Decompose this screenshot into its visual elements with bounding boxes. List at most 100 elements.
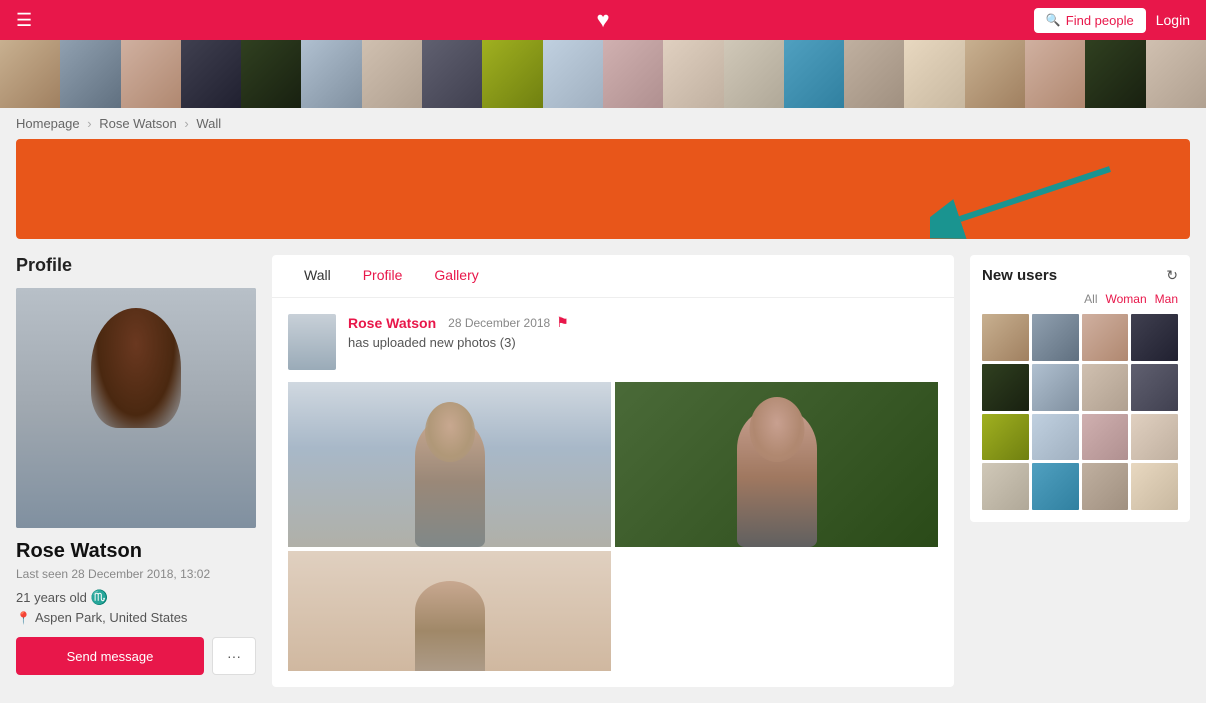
breadcrumb-user[interactable]: Rose Watson (99, 116, 177, 131)
strip-avatar-14[interactable] (784, 40, 844, 108)
login-button[interactable]: Login (1156, 12, 1190, 28)
header-right: 🔍 Find people Login (1034, 8, 1190, 33)
strip-avatar-8[interactable] (422, 40, 482, 108)
location-icon: 📍 (16, 611, 31, 625)
send-message-button[interactable]: Send message (16, 637, 204, 675)
breadcrumb-homepage[interactable]: Homepage (16, 116, 80, 131)
strip-avatar-2[interactable] (60, 40, 120, 108)
header-left: ☰ (16, 10, 32, 31)
breadcrumb-sep-2: › (184, 116, 188, 131)
profile-photo (16, 288, 256, 528)
new-user-thumb-4[interactable] (1131, 314, 1178, 361)
user-name: Rose Watson (16, 540, 256, 563)
header: ☰ ♥ 🔍 Find people Login (0, 0, 1206, 40)
post-header-line: Rose Watson 28 December 2018 ⚑ (348, 314, 938, 331)
post-avatar-image (288, 314, 336, 370)
strip-avatar-6[interactable] (301, 40, 361, 108)
location-text: Aspen Park, United States (35, 610, 187, 625)
zodiac-sign: ♏ (91, 589, 108, 606)
post: Rose Watson 28 December 2018 ⚑ has uploa… (272, 298, 954, 687)
photo-3[interactable] (288, 551, 611, 671)
new-user-thumb-5[interactable] (982, 364, 1029, 411)
tab-gallery[interactable]: Gallery (418, 255, 494, 297)
new-user-thumb-14[interactable] (1032, 463, 1079, 510)
strip-avatar-5[interactable] (241, 40, 301, 108)
strip-avatar-17[interactable] (965, 40, 1025, 108)
post-text: has uploaded new photos (3) (348, 335, 938, 350)
new-user-thumb-12[interactable] (1131, 414, 1178, 461)
post-date: 28 December 2018 (448, 316, 550, 330)
new-user-thumb-7[interactable] (1082, 364, 1129, 411)
profile-strip (0, 40, 1206, 108)
new-user-thumb-3[interactable] (1082, 314, 1129, 361)
breadcrumb-sep-1: › (87, 116, 91, 131)
photo-1[interactable] (288, 382, 611, 547)
action-buttons: Send message ··· (16, 637, 256, 675)
header-center: ♥ (596, 7, 609, 33)
tab-profile[interactable]: Profile (347, 255, 419, 297)
strip-avatar-11[interactable] (603, 40, 663, 108)
users-grid (982, 314, 1178, 510)
new-user-thumb-1[interactable] (982, 314, 1029, 361)
hamburger-icon[interactable]: ☰ (16, 10, 32, 31)
banner-arrow (930, 159, 1130, 239)
breadcrumb-current: Wall (196, 116, 221, 131)
user-location: 📍 Aspen Park, United States (16, 610, 256, 625)
profile-photo-image (16, 288, 256, 528)
main-layout: Profile Rose Watson Last seen 28 Decembe… (0, 255, 1206, 703)
photo-grid (288, 382, 938, 671)
refresh-icon[interactable]: ↻ (1166, 267, 1178, 284)
strip-avatar-12[interactable] (663, 40, 723, 108)
tab-wall[interactable]: Wall (288, 255, 347, 297)
new-users-title: New users (982, 267, 1057, 284)
new-user-thumb-10[interactable] (1032, 414, 1079, 461)
post-user-name[interactable]: Rose Watson (348, 315, 436, 331)
profile-section-title: Profile (16, 255, 256, 276)
heart-icon: ♥ (596, 7, 609, 32)
find-people-label: Find people (1066, 13, 1134, 28)
post-header: Rose Watson 28 December 2018 ⚑ has uploa… (288, 314, 938, 370)
breadcrumb: Homepage › Rose Watson › Wall (0, 108, 1206, 139)
strip-avatar-18[interactable] (1025, 40, 1085, 108)
new-users-header: New users ↻ (982, 267, 1178, 284)
left-sidebar: Profile Rose Watson Last seen 28 Decembe… (16, 255, 256, 687)
new-user-thumb-8[interactable] (1131, 364, 1178, 411)
photo-2[interactable] (615, 382, 938, 547)
right-sidebar: New users ↻ All Woman Man (970, 255, 1190, 687)
new-users-panel: New users ↻ All Woman Man (970, 255, 1190, 522)
post-avatar[interactable] (288, 314, 336, 370)
strip-avatar-1[interactable] (0, 40, 60, 108)
filter-woman[interactable]: Woman (1106, 292, 1147, 306)
find-people-button[interactable]: 🔍 Find people (1034, 8, 1146, 33)
strip-avatar-9[interactable] (482, 40, 542, 108)
filter-links: All Woman Man (982, 292, 1178, 306)
center-content: Wall Profile Gallery Rose Watson 28 Dece… (272, 255, 954, 687)
last-seen: Last seen 28 December 2018, 13:02 (16, 567, 256, 581)
new-user-thumb-2[interactable] (1032, 314, 1079, 361)
more-button[interactable]: ··· (212, 637, 256, 675)
filter-man[interactable]: Man (1155, 292, 1178, 306)
filter-all[interactable]: All (1084, 292, 1097, 306)
strip-avatar-3[interactable] (121, 40, 181, 108)
tabs: Wall Profile Gallery (272, 255, 954, 298)
strip-avatar-13[interactable] (724, 40, 784, 108)
age-text: 21 years old (16, 590, 87, 605)
strip-avatar-16[interactable] (904, 40, 964, 108)
user-age: 21 years old ♏ (16, 589, 256, 606)
new-user-thumb-11[interactable] (1082, 414, 1129, 461)
strip-avatar-10[interactable] (543, 40, 603, 108)
new-user-thumb-9[interactable] (982, 414, 1029, 461)
strip-avatar-7[interactable] (362, 40, 422, 108)
flag-icon[interactable]: ⚑ (556, 314, 569, 331)
new-user-thumb-13[interactable] (982, 463, 1029, 510)
strip-avatar-15[interactable] (844, 40, 904, 108)
new-user-thumb-15[interactable] (1082, 463, 1129, 510)
strip-avatar-4[interactable] (181, 40, 241, 108)
strip-avatar-20[interactable] (1146, 40, 1206, 108)
new-user-thumb-16[interactable] (1131, 463, 1178, 510)
banner (16, 139, 1190, 239)
strip-avatar-19[interactable] (1085, 40, 1145, 108)
search-icon: 🔍 (1046, 13, 1061, 27)
post-info: Rose Watson 28 December 2018 ⚑ has uploa… (348, 314, 938, 350)
new-user-thumb-6[interactable] (1032, 364, 1079, 411)
